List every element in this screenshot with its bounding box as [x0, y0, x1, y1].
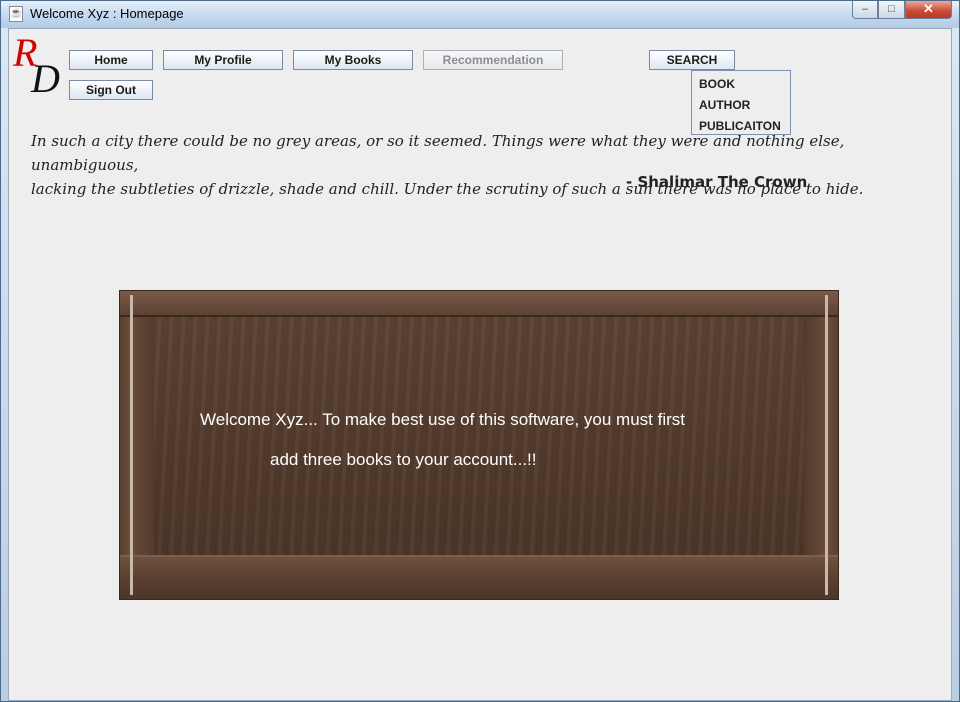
quote-author: - Shalimar The Crown: [626, 173, 808, 191]
shelf-left-side: [120, 291, 154, 599]
shelf-right-side: [804, 291, 838, 599]
title-bar[interactable]: ☕ Welcome Xyz : Homepage – □ ✕: [1, 1, 959, 28]
logo-letter-d: D: [31, 56, 60, 101]
quote-line-1: In such a city there could be no grey ar…: [31, 132, 845, 174]
shelf-left-post: [130, 295, 133, 595]
maximize-button[interactable]: □: [878, 1, 905, 19]
shelf-right-post: [825, 295, 828, 595]
home-button[interactable]: Home: [69, 50, 153, 70]
rd-logo: R D: [13, 30, 65, 101]
bookshelf-panel: Welcome Xyz... To make best use of this …: [119, 290, 839, 600]
java-cup-icon: ☕: [9, 6, 23, 22]
sign-out-button[interactable]: Sign Out: [69, 80, 153, 100]
search-button[interactable]: SEARCH: [649, 50, 735, 70]
my-books-button[interactable]: My Books: [293, 50, 413, 70]
close-button[interactable]: ✕: [905, 1, 952, 19]
main-panel: R D Home My Profile My Books Recommendat…: [8, 28, 952, 701]
window-title: Welcome Xyz : Homepage: [30, 6, 184, 21]
welcome-line-1: Welcome Xyz... To make best use of this …: [200, 410, 685, 429]
minimize-button[interactable]: –: [852, 1, 878, 19]
recommendation-button[interactable]: Recommendation: [423, 50, 563, 70]
search-menu-author[interactable]: AUTHOR: [699, 98, 750, 112]
search-menu-book[interactable]: BOOK: [699, 77, 735, 91]
app-window: ☕ Welcome Xyz : Homepage – □ ✕ R D Home …: [0, 0, 960, 702]
shelf-bottom-board: [120, 555, 838, 599]
search-menu: BOOK AUTHOR PUBLICAITON: [691, 70, 791, 135]
welcome-line-2: add three books to your account...!!: [270, 450, 537, 469]
shelf-top-board: [120, 291, 838, 317]
my-profile-button[interactable]: My Profile: [163, 50, 283, 70]
